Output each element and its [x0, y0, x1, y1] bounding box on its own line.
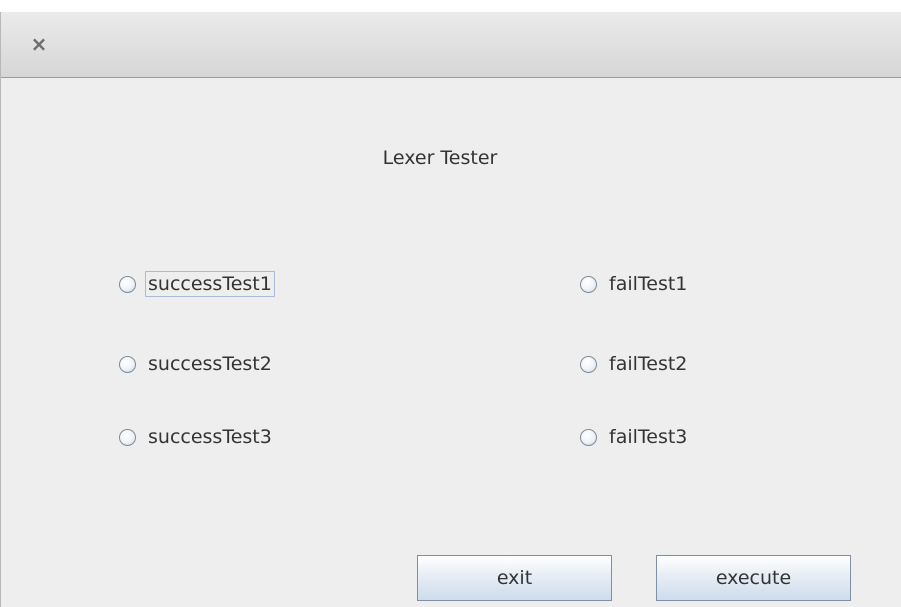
dialog-content: Lexer Tester successTest1 failTest1 succ… [1, 79, 901, 607]
radio-button-icon[interactable] [119, 275, 136, 293]
desktop-background [0, 0, 901, 12]
radio-label: successTest3 [148, 426, 272, 448]
dialog-window: × Lexer Tester successTest1 failTest1 su… [0, 12, 901, 607]
radio-success-test-3[interactable]: successTest3 [119, 422, 275, 452]
radio-button-icon[interactable] [119, 428, 136, 446]
exit-button[interactable]: exit [417, 555, 612, 601]
radio-fail-test-2[interactable]: failTest2 [580, 349, 690, 379]
radio-fail-test-1[interactable]: failTest1 [580, 269, 690, 299]
title-bar: × [1, 12, 901, 78]
radio-success-test-1[interactable]: successTest1 [119, 269, 275, 299]
radio-label: failTest1 [609, 273, 688, 295]
radio-success-test-2[interactable]: successTest2 [119, 349, 275, 379]
radio-label: failTest2 [609, 353, 688, 375]
radio-button-icon[interactable] [580, 275, 597, 293]
radio-button-icon[interactable] [119, 355, 136, 373]
radio-label: successTest2 [148, 353, 272, 375]
radio-button-icon[interactable] [580, 355, 597, 373]
close-icon[interactable]: × [29, 34, 49, 54]
radio-button-icon[interactable] [580, 428, 597, 446]
page-title: Lexer Tester [382, 147, 498, 169]
radio-fail-test-3[interactable]: failTest3 [580, 422, 690, 452]
radio-label: successTest1 [145, 271, 275, 297]
radio-label: failTest3 [609, 426, 688, 448]
execute-button[interactable]: execute [656, 555, 851, 601]
